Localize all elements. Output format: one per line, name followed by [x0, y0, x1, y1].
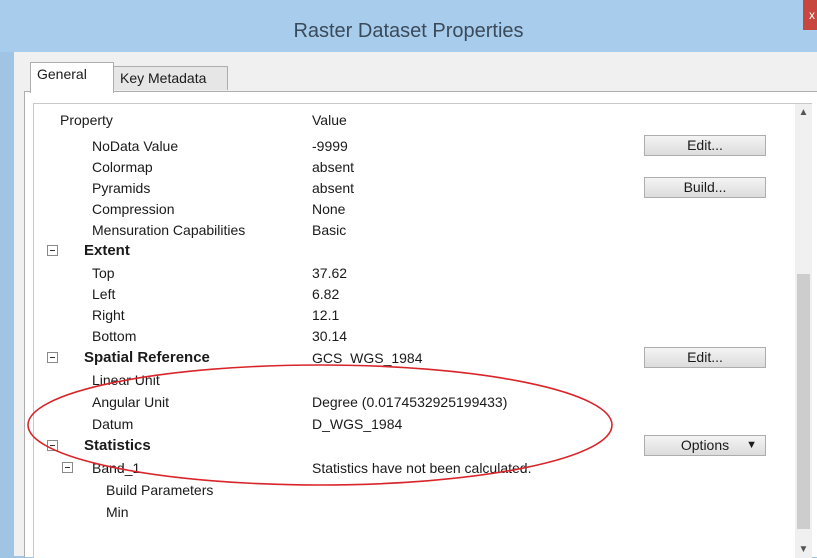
group-label: Spatial Reference — [84, 349, 210, 366]
minus-box-icon[interactable] — [47, 352, 58, 363]
property-value: absent — [312, 159, 355, 175]
table-row[interactable]: Right 12.1 — [34, 304, 774, 326]
property-label: Pyramids — [92, 180, 151, 196]
scrollbar-thumb[interactable] — [797, 274, 810, 529]
property-value: absent — [312, 180, 355, 196]
group-label: Band_1 — [92, 460, 141, 476]
property-list: Property Value NoData Value -9999 Edit..… — [33, 103, 812, 558]
table-row[interactable]: Colormap absent — [34, 156, 774, 178]
property-label: Mensuration Capabilities — [92, 222, 246, 238]
nodata-edit-button[interactable]: Edit... — [644, 135, 766, 156]
tab-key-metadata[interactable]: Key Metadata — [113, 66, 228, 90]
group-row-band[interactable]: Band_1 Statistics have not been calculat… — [34, 457, 774, 479]
minus-box-icon[interactable] — [62, 462, 73, 473]
property-label: Compression — [92, 201, 175, 217]
property-label: Left — [92, 286, 116, 302]
minus-box-icon[interactable] — [47, 245, 58, 256]
table-row[interactable]: Compression None — [34, 198, 774, 220]
property-label: Linear Unit — [92, 372, 160, 388]
table-row[interactable]: Pyramids absent Build... — [34, 177, 774, 199]
property-label: Top — [92, 265, 115, 281]
property-value: -9999 — [312, 138, 348, 154]
table-row[interactable]: Linear Unit — [34, 369, 774, 391]
table-row[interactable]: Build Parameters — [34, 479, 774, 501]
chevron-down-icon[interactable]: ▼ — [795, 541, 812, 558]
value-column-header: Value — [312, 112, 347, 128]
property-value: 37.62 — [312, 265, 348, 281]
property-value: 30.14 — [312, 328, 348, 344]
dialog-body: General Key Metadata Property Value NoDa… — [14, 52, 817, 558]
property-value: None — [312, 201, 346, 217]
group-row-statistics[interactable]: Statistics Options ▼ — [34, 435, 774, 457]
spatial-reference-edit-button[interactable]: Edit... — [644, 347, 766, 368]
tab-general[interactable]: General — [30, 62, 114, 93]
property-label: Min — [106, 504, 129, 520]
property-label: Colormap — [92, 159, 153, 175]
triangle-down-icon: ▼ — [746, 439, 757, 451]
table-row[interactable]: Min — [34, 501, 774, 523]
statistics-options-button[interactable]: Options ▼ — [644, 435, 766, 456]
property-value: D_WGS_1984 — [312, 416, 403, 432]
table-row[interactable]: Bottom 30.14 — [34, 325, 774, 347]
table-row[interactable]: NoData Value -9999 Edit... — [34, 135, 774, 157]
property-value: Degree (0.0174532925199433) — [312, 394, 508, 410]
property-label: Bottom — [92, 328, 137, 344]
table-row[interactable]: Mensuration Capabilities Basic — [34, 219, 774, 241]
button-label: Options — [680, 437, 730, 453]
property-value: 12.1 — [312, 307, 340, 323]
group-label: Statistics — [84, 437, 151, 454]
title-bar: Raster Dataset Properties x — [0, 0, 817, 52]
pyramids-build-button[interactable]: Build... — [644, 177, 766, 198]
group-row-spatial-reference[interactable]: Spatial Reference GCS_WGS_1984 Edit... — [34, 347, 774, 369]
table-row[interactable]: Left 6.82 — [34, 283, 774, 305]
window-title: Raster Dataset Properties — [293, 20, 524, 42]
property-column-header: Property — [60, 112, 113, 128]
property-value: GCS_WGS_1984 — [312, 350, 423, 366]
property-label: Datum — [92, 416, 134, 432]
chevron-up-icon[interactable]: ▲ — [795, 104, 812, 121]
property-value: 6.82 — [312, 286, 340, 302]
header-row: Property Value — [34, 109, 774, 131]
property-label: Angular Unit — [92, 394, 170, 410]
group-row-extent[interactable]: Extent — [34, 240, 774, 262]
table-row[interactable]: Angular Unit Degree (0.0174532925199433) — [34, 391, 774, 413]
minus-box-icon[interactable] — [47, 440, 58, 451]
property-value: Statistics have not been calculated. — [312, 460, 532, 476]
property-label: Right — [92, 307, 125, 323]
property-value: Basic — [312, 222, 347, 238]
property-label: Build Parameters — [106, 482, 214, 498]
tab-panel-general: Property Value NoData Value -9999 Edit..… — [24, 91, 817, 558]
close-button[interactable]: x — [803, 0, 817, 30]
group-label: Extent — [84, 242, 130, 259]
table-row[interactable]: Datum D_WGS_1984 — [34, 413, 774, 435]
vertical-scrollbar[interactable]: ▲ ▼ — [795, 104, 812, 558]
table-row[interactable]: Top 37.62 — [34, 262, 774, 284]
property-label: NoData Value — [92, 138, 179, 154]
